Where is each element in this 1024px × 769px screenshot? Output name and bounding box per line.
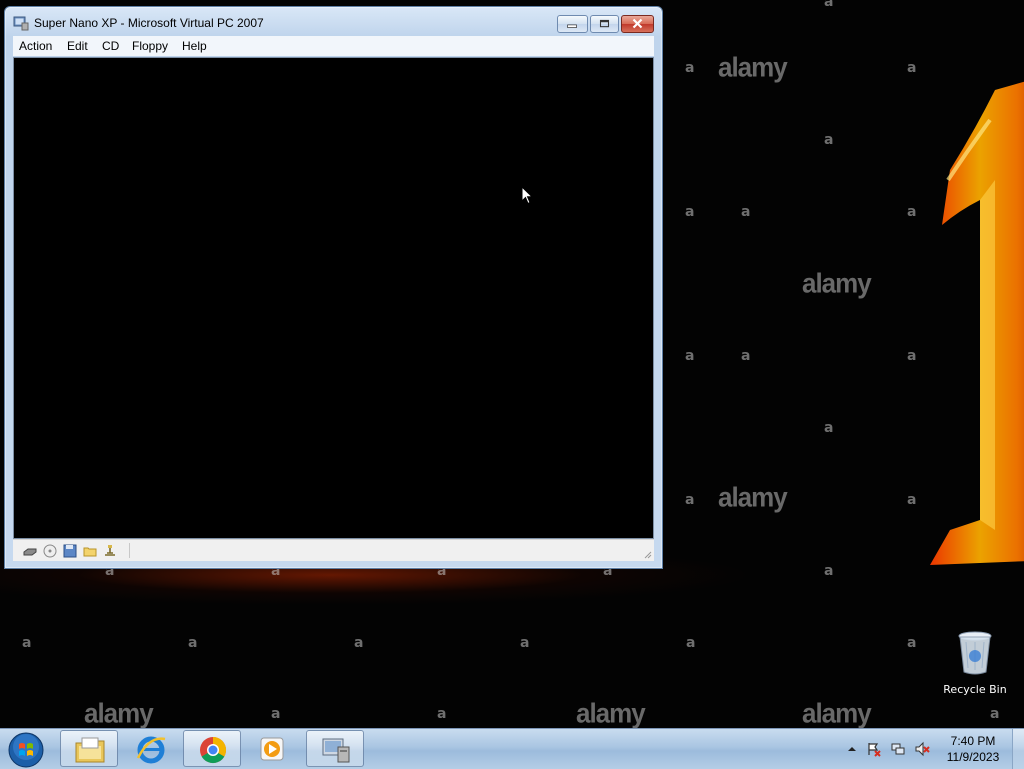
minimize-button[interactable] [557, 15, 588, 33]
recycle-bin[interactable]: Recycle Bin [940, 630, 1010, 696]
watermark-letter: a [741, 348, 751, 364]
watermark-letter: a [686, 635, 696, 651]
resize-grip[interactable] [642, 549, 652, 559]
restore-icon [599, 19, 610, 28]
menu-bar: Action Edit CD Floppy Help [13, 36, 654, 56]
taskbar-explorer[interactable] [60, 730, 118, 767]
recycle-bin-icon [958, 631, 992, 675]
taskbar: 7:40 PM 11/9/2023 [0, 728, 1024, 769]
taskbar-chrome[interactable] [183, 730, 241, 767]
taskbar-virtual-pc[interactable] [306, 730, 364, 767]
show-desktop-button[interactable] [1012, 729, 1024, 769]
network-icon[interactable] [103, 544, 117, 558]
watermark-letter: a [685, 204, 695, 220]
internet-explorer-icon [136, 736, 166, 764]
watermark-letter: a [685, 492, 695, 508]
watermark-brand: alamy [718, 51, 788, 83]
restore-button[interactable] [590, 15, 619, 33]
menu-cd[interactable]: CD [102, 39, 119, 53]
virtual-pc-icon [322, 738, 350, 763]
menu-edit[interactable]: Edit [67, 39, 88, 53]
chrome-icon [200, 736, 227, 764]
watermark-letter: a [907, 204, 917, 220]
watermark-letter: a [271, 706, 281, 722]
start-button[interactable] [6, 731, 46, 769]
network-status-icon[interactable] [890, 741, 906, 757]
watermark-letter: a [990, 706, 1000, 722]
status-bar [13, 539, 654, 561]
watermark-letter: a [824, 563, 834, 579]
watermark-letter: a [22, 635, 32, 651]
minimize-icon [567, 24, 577, 28]
window-title: Super Nano XP - Microsoft Virtual PC 200… [34, 16, 264, 30]
virtual-machine-screen[interactable] [13, 57, 654, 539]
hard-disk-icon[interactable] [23, 544, 37, 558]
watermark-letter: a [824, 0, 834, 10]
action-center-icon[interactable] [866, 741, 882, 757]
watermark-letter: a [437, 706, 447, 722]
menu-action[interactable]: Action [19, 39, 52, 53]
fire-wallpaper-graphic [930, 81, 1024, 565]
menu-help[interactable]: Help [182, 39, 207, 53]
virtual-pc-icon [13, 16, 29, 31]
window-title-bar[interactable]: Super Nano XP - Microsoft Virtual PC 200… [5, 7, 662, 37]
watermark-letter: a [520, 635, 530, 651]
menu-floppy[interactable]: Floppy [132, 39, 168, 53]
show-hidden-icons-icon[interactable] [844, 741, 860, 757]
watermark-letter: a [685, 60, 695, 76]
watermark-letter: a [188, 635, 198, 651]
recycle-bin-label: Recycle Bin [943, 683, 1007, 696]
taskbar-clock[interactable]: 7:40 PM 11/9/2023 [930, 733, 1016, 765]
watermark-brand: alamy [802, 697, 872, 728]
mouse-cursor-icon [521, 186, 534, 205]
taskbar-internet-explorer[interactable] [122, 730, 180, 767]
watermark-brand: alamy [718, 481, 788, 513]
watermark-brand: alamy [802, 267, 872, 299]
clock-date: 11/9/2023 [946, 750, 1000, 764]
status-separator [129, 543, 130, 558]
taskbar-media-player[interactable] [243, 730, 301, 767]
watermark-letter: a [685, 348, 695, 364]
close-icon [632, 18, 643, 29]
watermark-brand: alamy [576, 697, 646, 728]
watermark-brand: alamy [84, 697, 154, 728]
close-button[interactable] [621, 15, 654, 33]
virtual-pc-window[interactable]: Super Nano XP - Microsoft Virtual PC 200… [4, 6, 663, 569]
watermark-letter: a [907, 492, 917, 508]
watermark-letter: a [741, 204, 751, 220]
watermark-letter: a [354, 635, 364, 651]
watermark-letter: a [907, 635, 917, 651]
media-player-icon [260, 737, 284, 761]
floppy-icon[interactable] [63, 544, 77, 558]
watermark-letter: a [824, 420, 834, 436]
watermark-letter: a [824, 132, 834, 148]
watermark-letter: a [907, 60, 917, 76]
volume-muted-icon[interactable] [914, 741, 930, 757]
clock-time: 7:40 PM [950, 734, 996, 748]
shared-folder-icon[interactable] [83, 544, 97, 558]
watermark-letter: a [907, 348, 917, 364]
windows-explorer-icon [75, 737, 105, 763]
cd-drive-icon[interactable] [43, 544, 57, 558]
